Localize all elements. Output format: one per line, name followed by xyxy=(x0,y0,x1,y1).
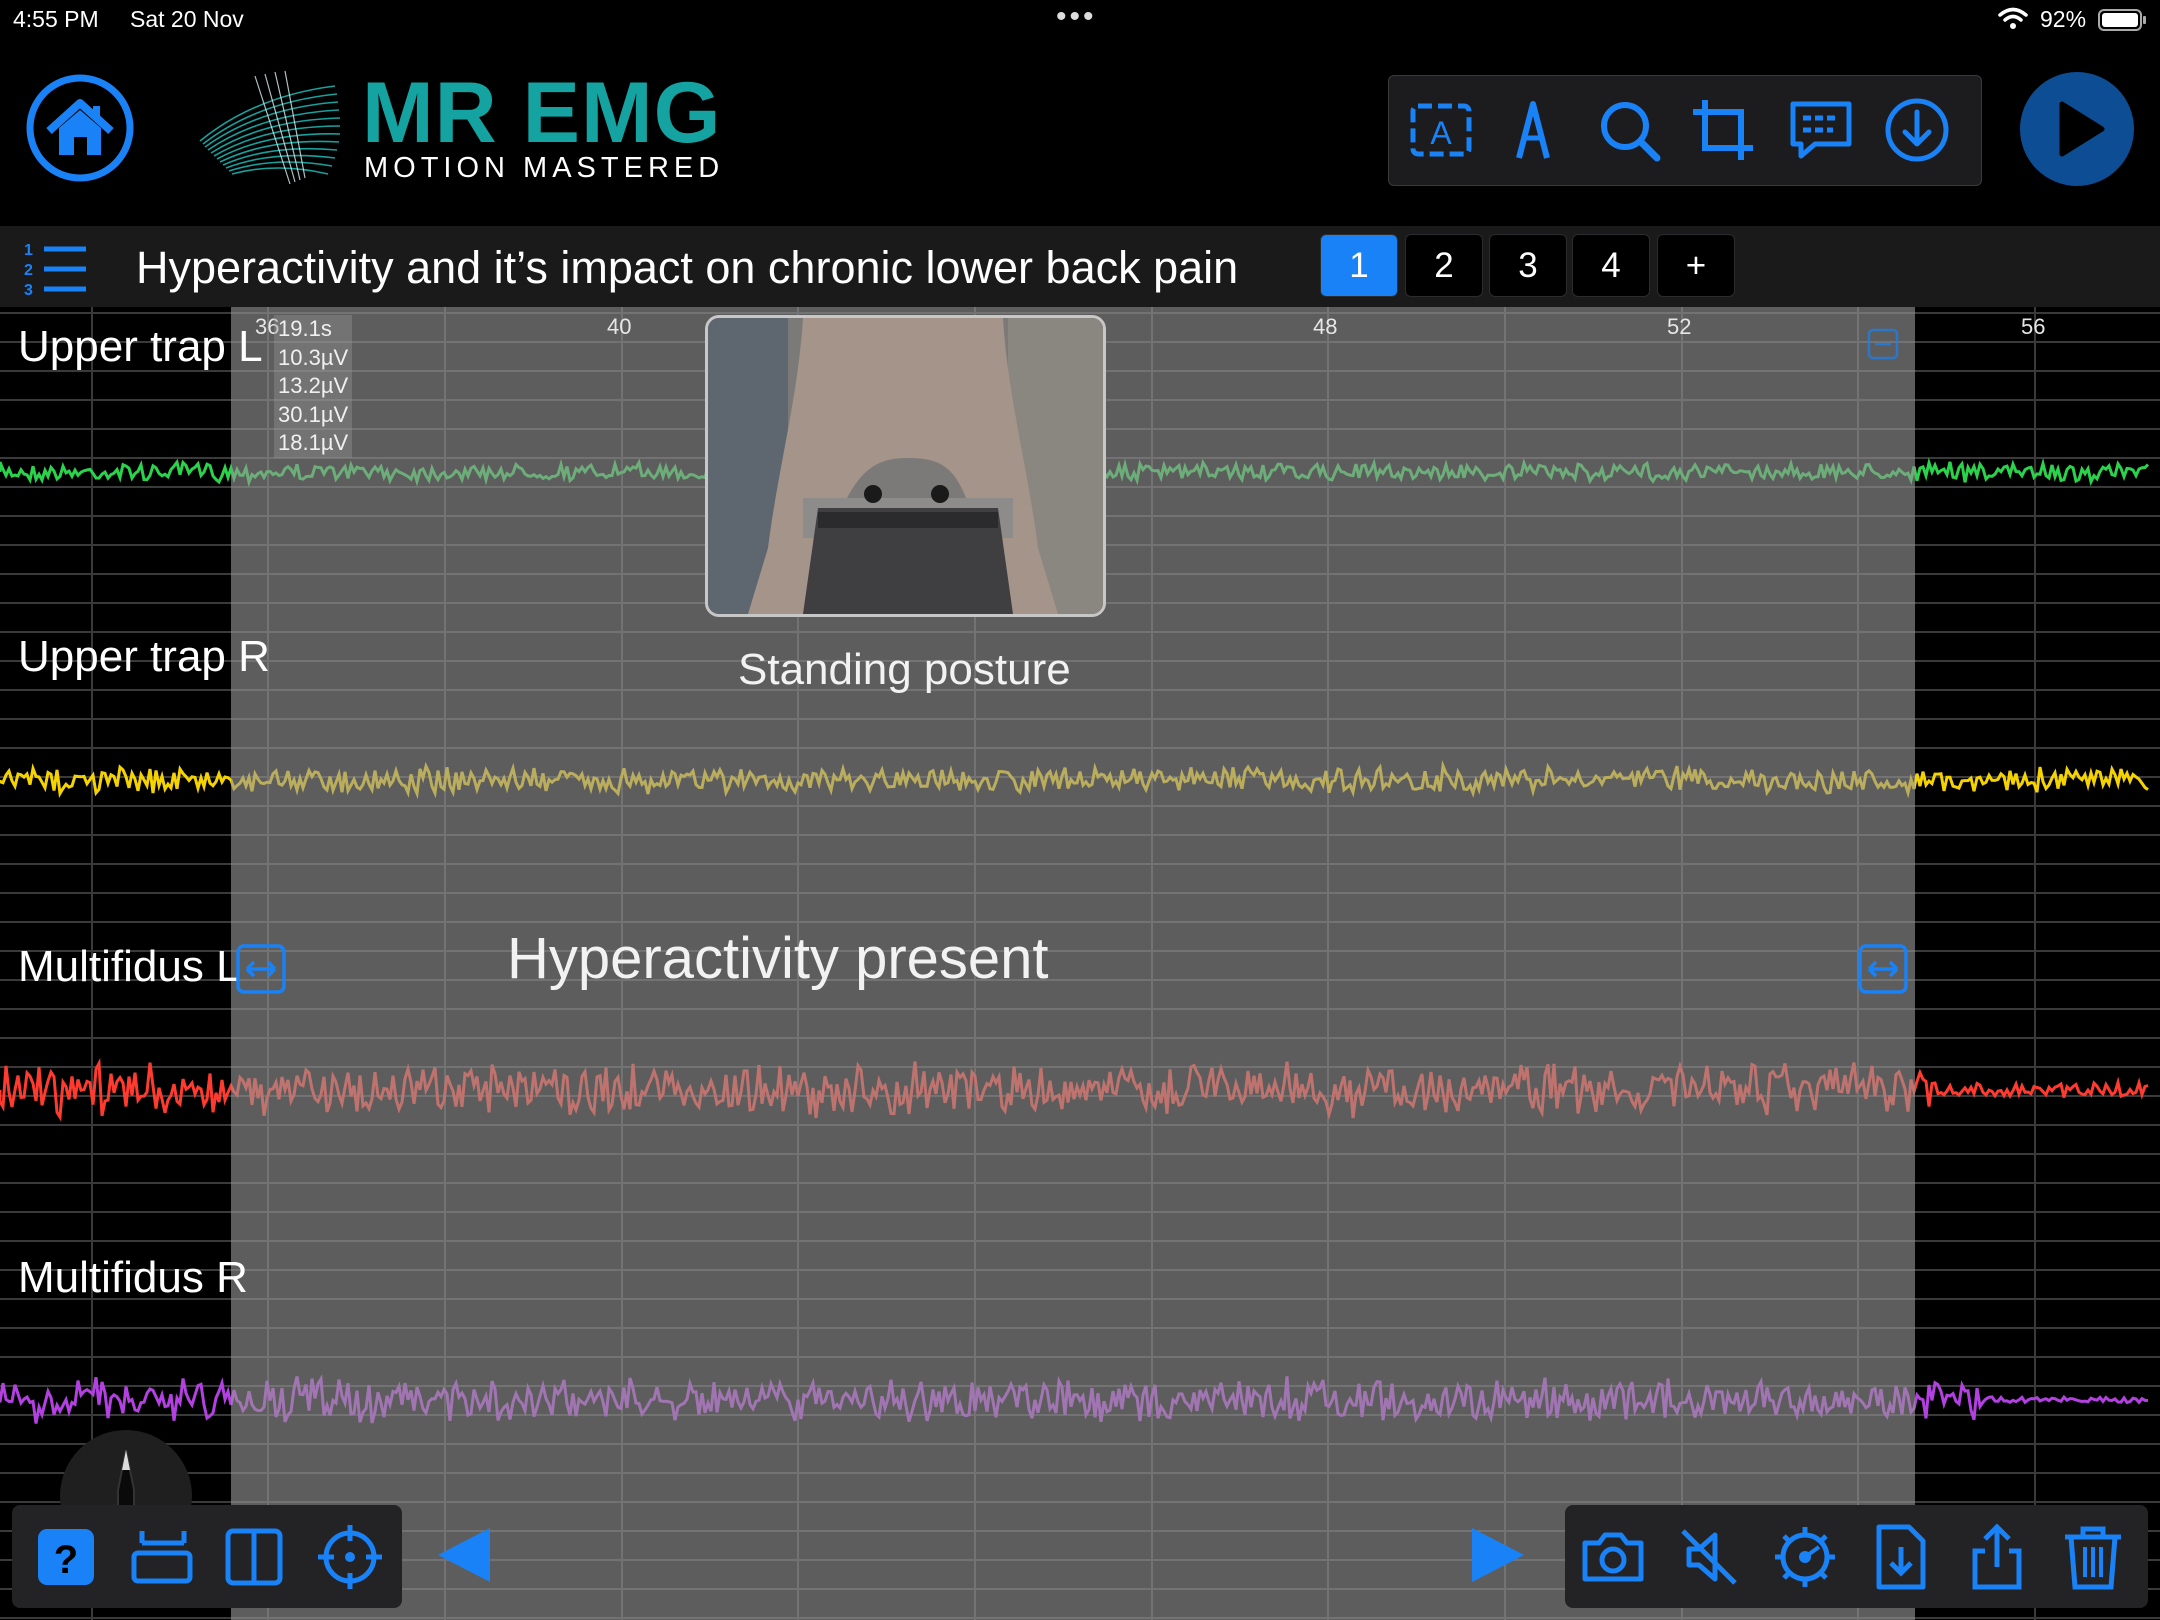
x-tick-40: 40 xyxy=(607,314,632,339)
status-time: 4:55 PM xyxy=(13,6,99,32)
status-bar: 4:55 PM Sat 20 Nov ••• 92% xyxy=(0,0,2160,40)
add-page-button[interactable]: + xyxy=(1657,234,1735,297)
channel-label-multifidus-l: Multifidus L xyxy=(18,942,241,991)
channel-label-upper-trap-r: Upper trap R xyxy=(18,632,270,681)
channel-label-upper-trap-l: Upper trap L xyxy=(18,322,263,371)
stack-icon[interactable] xyxy=(126,1523,194,1591)
battery-percentage: 92% xyxy=(2040,6,2087,32)
file-download-icon[interactable] xyxy=(1867,1523,1935,1591)
text-box-icon[interactable]: A xyxy=(1405,94,1477,166)
wifi-icon xyxy=(1998,7,2028,29)
search-icon[interactable] xyxy=(1593,94,1665,166)
multitasking-dots[interactable]: ••• xyxy=(1056,0,1097,34)
page-tab-4[interactable]: 4 xyxy=(1572,234,1650,297)
page-tab-3[interactable]: 3 xyxy=(1489,234,1567,297)
crosshair-icon[interactable] xyxy=(316,1523,384,1591)
download-icon[interactable] xyxy=(1881,94,1953,166)
document-title-bar: 1 2 3 Hyperactivity and it’s impact on c… xyxy=(0,226,2160,307)
x-tick-52: 52 xyxy=(1667,314,1692,339)
photo-caption[interactable]: Standing posture xyxy=(738,645,1071,695)
split-view-icon[interactable] xyxy=(220,1523,288,1591)
play-button[interactable] xyxy=(2020,72,2134,186)
annotation-toolbar: A xyxy=(1388,75,1982,186)
document-title: Hyperactivity and it’s impact on chronic… xyxy=(136,242,1239,293)
home-button[interactable] xyxy=(25,73,135,183)
camera-icon[interactable] xyxy=(1579,1523,1647,1591)
resize-handle-left-icon[interactable] xyxy=(235,943,287,995)
resize-handle-right-icon[interactable] xyxy=(1857,943,1909,995)
svg-text:A: A xyxy=(1430,115,1452,151)
numbered-list-icon[interactable]: 1 2 3 xyxy=(20,238,90,298)
svg-text:3: 3 xyxy=(24,282,33,298)
annotation-text[interactable]: Hyperactivity present xyxy=(507,925,1049,992)
help-icon[interactable]: ? xyxy=(32,1523,100,1591)
x-tick-56: 56 xyxy=(2021,314,2046,339)
channel-label-multifidus-r: Multifidus R xyxy=(18,1253,248,1302)
readout-value-2: 13.2µV xyxy=(278,373,349,398)
posture-photo[interactable] xyxy=(705,315,1106,617)
brand-subtitle: MOTION MASTERED xyxy=(364,152,725,184)
logo-mark xyxy=(199,70,341,185)
readout-value-4: 18.1µV xyxy=(278,430,349,455)
comment-icon[interactable] xyxy=(1785,94,1857,166)
svg-text:1: 1 xyxy=(24,242,33,259)
bottom-toolbar-left: ? xyxy=(12,1505,402,1608)
home-icon xyxy=(46,99,114,155)
svg-text:2: 2 xyxy=(24,262,33,279)
settings-icon[interactable] xyxy=(1771,1523,1839,1591)
next-arrow-icon[interactable] xyxy=(1468,1526,1528,1584)
mute-icon[interactable] xyxy=(1675,1523,1743,1591)
x-tick-48: 48 xyxy=(1313,314,1338,339)
share-icon[interactable] xyxy=(1963,1523,2031,1591)
page-tab-1[interactable]: 1 xyxy=(1320,234,1398,297)
crop-icon[interactable] xyxy=(1687,94,1759,166)
readout-value-3: 30.1µV xyxy=(278,401,349,427)
emg-chart[interactable]: 36 40 48 52 56 19.1s 10.3µV 13.2µV 30.1µ… xyxy=(0,307,2160,1620)
bottom-toolbar-right xyxy=(1565,1505,2148,1608)
svg-text:?: ? xyxy=(54,1538,78,1582)
readout-value-1: 10.3µV xyxy=(278,344,349,370)
battery-icon xyxy=(2098,9,2146,31)
posture-photo-image xyxy=(708,318,1103,614)
previous-arrow-icon[interactable] xyxy=(434,1526,494,1584)
brand-title: MR EMG xyxy=(362,65,722,161)
status-date: Sat 20 Nov xyxy=(130,6,244,32)
play-icon xyxy=(2059,101,2105,157)
resize-handle-top-right-icon[interactable] xyxy=(1867,328,1899,360)
trash-icon[interactable] xyxy=(2059,1523,2127,1591)
pen-icon[interactable] xyxy=(1497,94,1569,166)
readout-time: 19.1s xyxy=(278,316,332,341)
cursor-readout: 19.1s 10.3µV 13.2µV 30.1µV 18.1µV xyxy=(274,315,353,458)
page-tab-2[interactable]: 2 xyxy=(1405,234,1483,297)
